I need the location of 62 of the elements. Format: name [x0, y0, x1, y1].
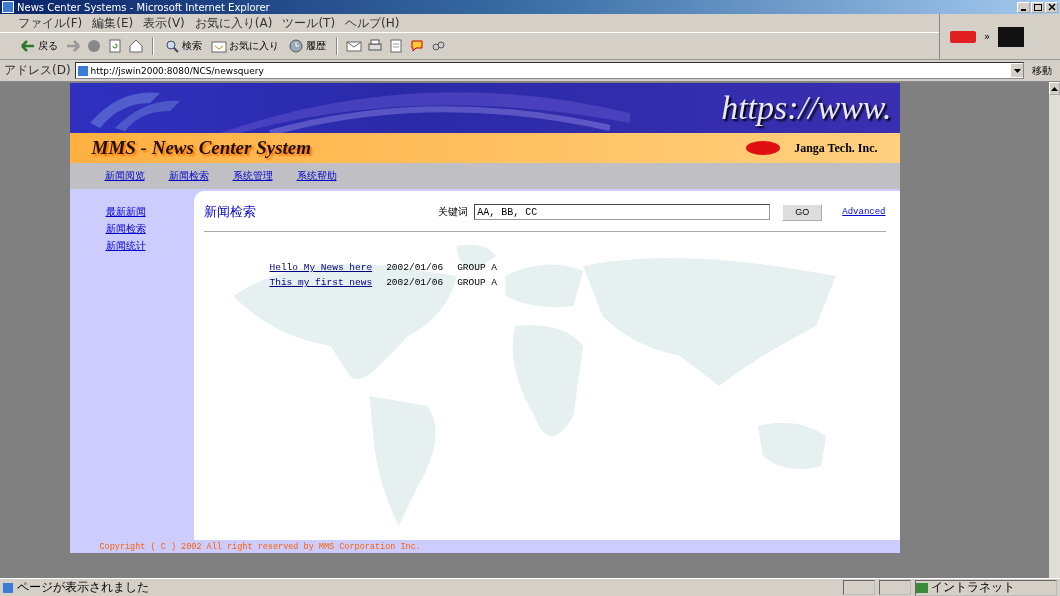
- folder-icon: [211, 38, 227, 54]
- menu-item[interactable]: ヘルプ(H): [345, 14, 400, 32]
- nav-link[interactable]: 新闻检索: [168, 169, 209, 183]
- sidebar-link[interactable]: 新闻统计: [105, 239, 146, 253]
- news-link[interactable]: Hello My News here: [269, 262, 373, 273]
- document-icon[interactable]: [388, 38, 404, 54]
- window-title: News Center Systems - Microsoft Internet Explorer: [17, 1, 270, 13]
- menu-item[interactable]: ツール(T): [282, 14, 336, 32]
- messenger-icon[interactable]: [430, 38, 446, 54]
- keyword-label: 关键词: [438, 205, 469, 219]
- status-pane: [843, 580, 875, 595]
- go-button[interactable]: GO: [782, 203, 823, 221]
- group-text: GROUP A: [457, 262, 498, 273]
- menu-item[interactable]: お気に入り(A): [194, 14, 273, 32]
- copyright-text: Copyright ( C ) 2002 All right reserved by MMS Corporation Inc.: [98, 540, 422, 553]
- date-text: 2002/01/06: [386, 262, 444, 273]
- toolbar-button[interactable]: 戻る: [18, 38, 60, 54]
- home-icon[interactable]: [128, 38, 144, 54]
- refresh-icon[interactable]: [107, 38, 123, 54]
- zone-label: イントラネット: [931, 579, 1015, 596]
- status-message: ページが表示されました: [17, 579, 149, 596]
- printer-icon[interactable]: [367, 38, 383, 54]
- company-logo-icon: [746, 141, 781, 155]
- banner-text: https://www.: [721, 89, 892, 127]
- news-link[interactable]: This my first news: [269, 277, 373, 288]
- toolbar-button[interactable]: 検索: [162, 38, 204, 54]
- more-button[interactable]: »: [984, 31, 991, 42]
- stop-icon[interactable]: [86, 38, 102, 54]
- back-arrow-icon: [20, 38, 36, 54]
- go-button[interactable]: 移動: [1028, 63, 1056, 78]
- search-icon: [164, 38, 180, 54]
- address-label: アドレス(D): [4, 62, 71, 79]
- close-button[interactable]: [1045, 1, 1058, 13]
- site-title: MMS - News Center System: [91, 137, 312, 159]
- history-icon: [288, 38, 304, 54]
- discuss-icon[interactable]: [409, 38, 425, 54]
- company-name: Janga Tech. Inc.: [794, 140, 878, 156]
- nav-link[interactable]: 新闻阅览: [104, 169, 145, 183]
- minimize-button[interactable]: [1017, 1, 1030, 13]
- date-text: 2002/01/06: [386, 277, 444, 288]
- menu-item[interactable]: 表示(V): [143, 14, 185, 32]
- page-heading: 新闻检索: [203, 203, 256, 221]
- sidebar-link[interactable]: 新闻检索: [105, 222, 146, 236]
- scroll-up-icon[interactable]: [1049, 82, 1060, 95]
- sidebar-link[interactable]: 最新新闻: [105, 205, 146, 219]
- maximize-icon: [1033, 3, 1042, 11]
- toolbar-button[interactable]: 履歴: [286, 38, 328, 54]
- toolbar-button[interactable]: お気に入り: [209, 38, 281, 54]
- group-text: GROUP A: [457, 277, 498, 288]
- keyword-field[interactable]: AA, BB, CC: [474, 204, 771, 220]
- scrollbar[interactable]: [1049, 82, 1060, 578]
- status-pane: [879, 580, 911, 595]
- dropdown-icon[interactable]: [1011, 64, 1023, 77]
- close-icon: [1047, 3, 1056, 11]
- menu-item[interactable]: 編集(E): [92, 14, 134, 32]
- nav-link[interactable]: 系统管理: [232, 169, 273, 183]
- mail-icon[interactable]: [346, 38, 362, 54]
- maximize-button[interactable]: [1031, 1, 1044, 13]
- advanced-link[interactable]: Advanced: [842, 207, 886, 217]
- nav-link[interactable]: 系统帮助: [296, 169, 337, 183]
- address-field[interactable]: http://jswin2000:8080/NCS/newsquery: [74, 62, 1024, 79]
- menu-item[interactable]: ファイル(F): [18, 14, 83, 32]
